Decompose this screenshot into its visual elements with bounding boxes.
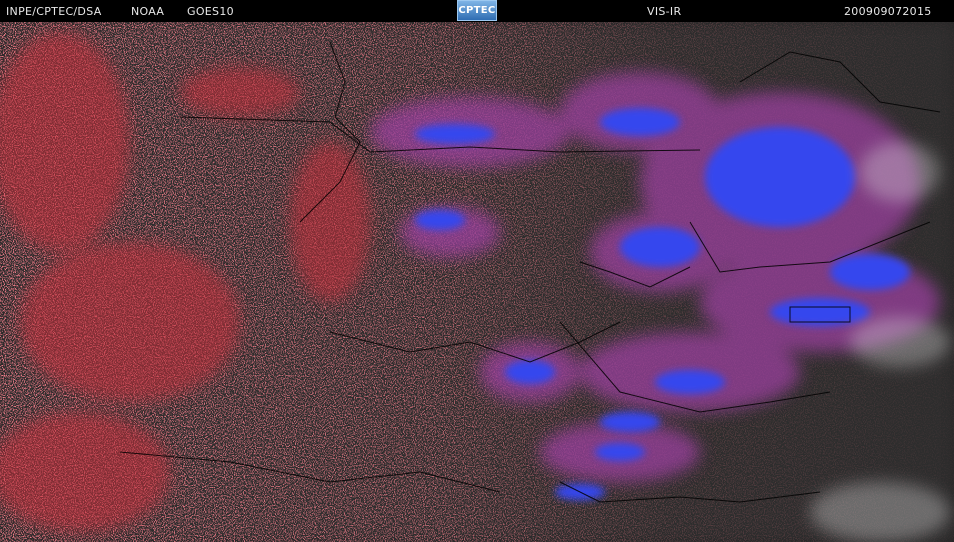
satellite-label: GOES10	[187, 5, 234, 18]
header-bar: INPE/CPTEC/DSA NOAA GOES10 CPTEC VIS-IR …	[0, 0, 954, 22]
satellite-image	[0, 22, 954, 542]
channel-label: VIS-IR	[647, 5, 682, 18]
timestamp-label: 200909072015	[844, 5, 932, 18]
cptec-logo: CPTEC	[457, 0, 497, 21]
agency-label: INPE/CPTEC/DSA	[6, 5, 102, 18]
provider-label: NOAA	[131, 5, 165, 18]
